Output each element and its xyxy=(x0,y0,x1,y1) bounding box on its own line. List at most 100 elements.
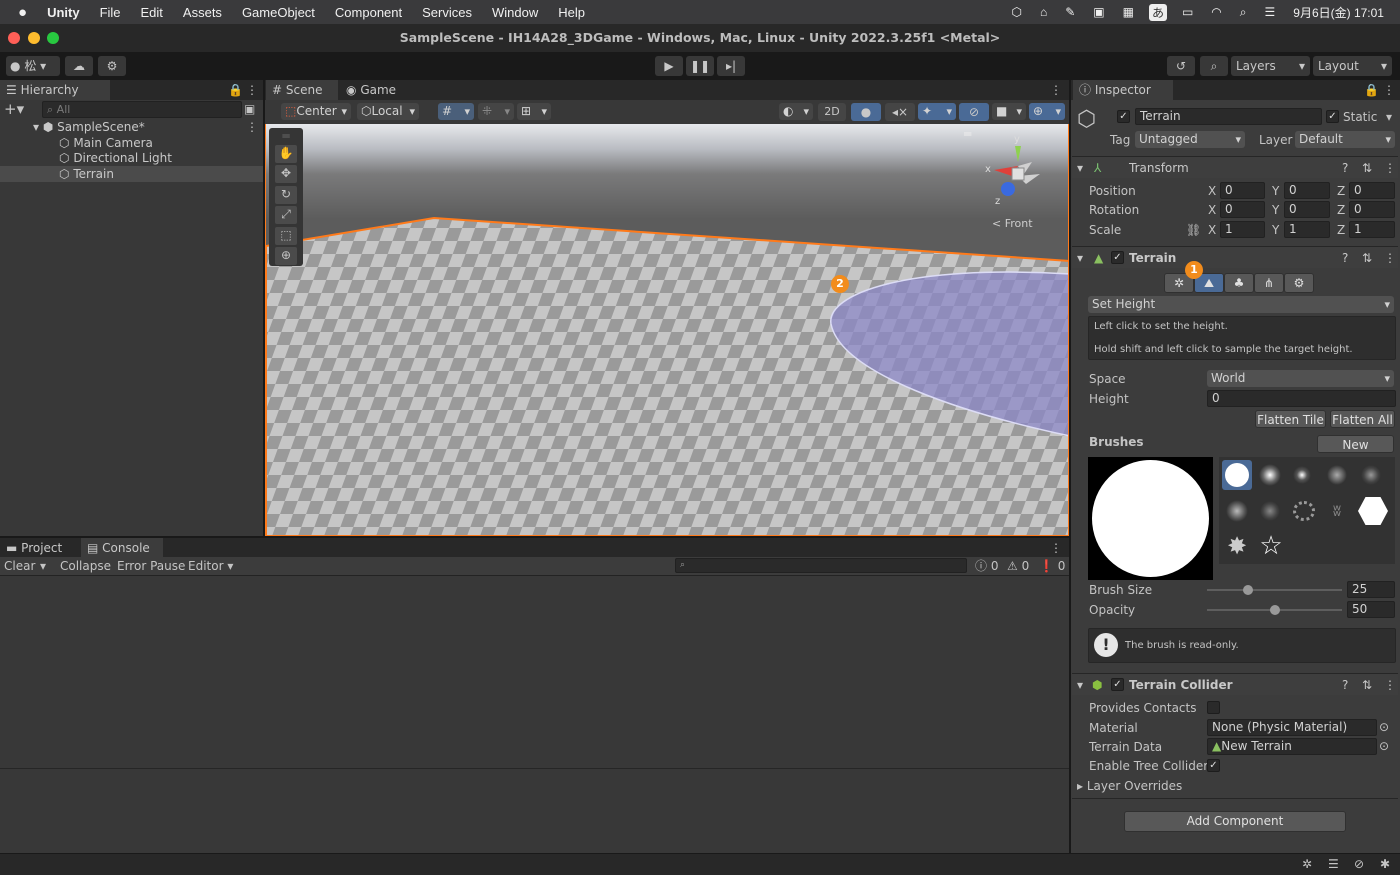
transform-tool-icon[interactable]: ⊕ xyxy=(275,247,297,265)
scene-row[interactable]: ▾ ⬢ SampleScene* xyxy=(0,119,263,135)
provides-contacts-checkbox[interactable] xyxy=(1207,701,1220,714)
flatten-tile-button[interactable]: Flatten Tile xyxy=(1255,410,1326,428)
scene-viewport[interactable]: ═ ✋ ✥ ↻ ⤢ ⬚ ⊕ y x z < Front ═ 2 xyxy=(265,124,1069,536)
menu-edit[interactable]: Edit xyxy=(131,5,173,20)
visibility-toggle[interactable]: ⊘ xyxy=(959,103,989,121)
add-component-button[interactable]: Add Component xyxy=(1124,811,1346,832)
layer-overrides-foldout[interactable]: ▸ Layer Overrides xyxy=(1077,778,1182,794)
material-field[interactable]: None (Physic Material) xyxy=(1207,719,1377,736)
tab-inspector[interactable]: ⓘ Inspector xyxy=(1073,80,1173,100)
debug-icon[interactable]: ✲ xyxy=(1302,856,1312,872)
search-button[interactable]: ⌕ xyxy=(1200,56,1228,76)
brush-grid[interactable]: ʬ ✸ ☆ xyxy=(1219,457,1395,564)
menu-assets[interactable]: Assets xyxy=(173,5,232,20)
settings-status-icon[interactable]: ✱ xyxy=(1380,856,1390,872)
services-gear-button[interactable]: ⚙ xyxy=(98,56,126,76)
menu-file[interactable]: File xyxy=(90,5,131,20)
paint-trees-tool[interactable]: ♣ xyxy=(1224,273,1254,293)
scale-tool-icon[interactable]: ⤢ xyxy=(275,206,297,224)
rotation-y-field[interactable]: 0 xyxy=(1284,201,1330,218)
brush-hard-circle-icon[interactable] xyxy=(1222,460,1252,490)
space-dropdown[interactable]: World xyxy=(1207,370,1394,387)
paint-details-tool[interactable]: ⋔ xyxy=(1254,273,1284,293)
app-menu[interactable]: Unity xyxy=(37,5,90,20)
rect-tool-icon[interactable]: ⬚ xyxy=(275,227,297,245)
tab-game[interactable]: ◉ Game xyxy=(340,80,410,100)
filter-icon[interactable]: ▣ xyxy=(244,101,255,117)
cat-status-icon[interactable]: ⌂ xyxy=(1031,5,1056,19)
scene-more-icon[interactable]: ⋮ xyxy=(246,119,258,135)
palette-handle-icon[interactable]: ═ xyxy=(269,128,303,144)
apple-icon[interactable]: ● xyxy=(0,4,37,21)
position-y-field[interactable]: 0 xyxy=(1284,182,1330,199)
hierarchy-item-main-camera[interactable]: ⬡ Main Camera xyxy=(0,135,263,151)
menu-services[interactable]: Services xyxy=(412,5,482,20)
component-menu-icon[interactable]: ⋮ xyxy=(1384,674,1396,696)
collider-enabled-checkbox[interactable]: ✓ xyxy=(1111,678,1124,691)
console-search-input[interactable]: ⌕ xyxy=(675,558,967,573)
pause-button[interactable]: ❚❚ xyxy=(686,56,714,76)
opacity-field[interactable]: 50 xyxy=(1347,601,1395,618)
scale-x-field[interactable]: 1 xyxy=(1220,221,1265,238)
terrain-settings-tool[interactable]: ⚙ xyxy=(1284,273,1314,293)
console-more-icon[interactable]: ⋮ xyxy=(1050,540,1062,556)
effects-dropdown[interactable]: ✦ xyxy=(918,103,956,120)
layers-dropdown[interactable]: Layers ▾ xyxy=(1231,56,1310,76)
grid-snap-dropdown[interactable]: # xyxy=(438,103,474,120)
hierarchy-item-terrain[interactable]: ⬡ Terrain xyxy=(0,166,263,182)
auto-generate-lighting-icon[interactable]: ⊘ xyxy=(1354,856,1364,872)
audio-toggle[interactable]: ◂× xyxy=(885,103,915,121)
increment-snap-dropdown[interactable]: ⁜ xyxy=(478,103,514,120)
flatten-all-button[interactable]: Flatten All xyxy=(1330,410,1395,428)
object-picker-icon[interactable]: ⊙ xyxy=(1379,738,1389,754)
menu-help[interactable]: Help xyxy=(548,5,595,20)
tab-console[interactable]: ▤ Console xyxy=(81,538,163,558)
hierarchy-search-input[interactable]: ⌕ All xyxy=(42,101,242,118)
transform-header[interactable]: ▾ ⅄ Transform ? ⇅ ⋮ xyxy=(1072,156,1398,178)
help-icon[interactable]: ? xyxy=(1342,247,1348,269)
menu-gameobject[interactable]: GameObject xyxy=(232,5,325,20)
more-options-icon[interactable]: ⋮ xyxy=(1383,82,1395,98)
close-window-button[interactable] xyxy=(8,32,20,44)
collapse-toggle[interactable]: Collapse xyxy=(60,558,111,574)
tab-scene[interactable]: # Scene xyxy=(266,80,338,100)
2d-toggle[interactable]: 2D xyxy=(818,103,846,121)
rotate-tool-icon[interactable]: ↻ xyxy=(275,186,297,204)
lighting-toggle[interactable]: ● xyxy=(851,103,881,121)
new-brush-button[interactable]: New Brush... xyxy=(1317,435,1394,470)
error-filter-toggle[interactable]: ❗ 0 xyxy=(1039,558,1065,574)
clock[interactable]: 9月6日(金) 17:01 xyxy=(1284,4,1400,21)
enable-tree-colliders-checkbox[interactable]: ✓ xyxy=(1207,759,1220,772)
terrain-header[interactable]: ▾ ▲ ✓ Terrain ? ⇅ ⋮ xyxy=(1072,246,1398,268)
component-menu-icon[interactable]: ⋮ xyxy=(1384,247,1396,269)
wifi-icon[interactable]: ◠ xyxy=(1202,5,1230,19)
layer-dropdown[interactable]: Default xyxy=(1295,131,1395,148)
brush-noise-icon[interactable] xyxy=(1327,465,1347,485)
brush-size-slider-thumb[interactable] xyxy=(1242,585,1253,595)
warning-filter-toggle[interactable]: ⚠ 0 xyxy=(1007,558,1029,574)
hand-tool-icon[interactable]: ✋ xyxy=(275,145,297,163)
tag-dropdown[interactable]: Untagged xyxy=(1135,131,1245,148)
object-picker-icon[interactable]: ⊙ xyxy=(1379,719,1389,735)
lock-icon[interactable]: 🔒 xyxy=(1364,82,1379,98)
pivot-space-dropdown[interactable]: ⬡Local xyxy=(357,103,419,120)
presets-icon[interactable]: ⇅ xyxy=(1362,674,1372,696)
brush-small-soft-icon[interactable] xyxy=(1293,466,1311,484)
scene-more-options-icon[interactable]: ⋮ xyxy=(1050,82,1062,98)
play-button[interactable]: ▶ xyxy=(655,56,683,76)
gizmo-menu-icon[interactable]: ═ xyxy=(964,126,971,142)
brush-star-icon[interactable]: ☆ xyxy=(1257,532,1285,560)
object-active-checkbox[interactable]: ✓ xyxy=(1117,110,1130,123)
presets-icon[interactable]: ⇅ xyxy=(1362,247,1372,269)
add-object-button[interactable]: +▾ xyxy=(4,101,24,117)
brush-grass-icon[interactable]: ʬ xyxy=(1327,501,1347,521)
battery-icon[interactable]: ▭ xyxy=(1173,5,1202,19)
control-center-icon[interactable]: ☰ xyxy=(1256,5,1285,19)
step-button[interactable]: ▸| xyxy=(717,56,745,76)
ime-indicator[interactable]: あ xyxy=(1148,3,1167,21)
gizmos-dropdown[interactable]: ⊕ xyxy=(1029,103,1065,120)
clear-options-dropdown[interactable]: ▾ xyxy=(40,558,46,574)
menu-window[interactable]: Window xyxy=(482,5,548,20)
cloud-button[interactable]: ☁ xyxy=(65,56,93,76)
more-options-icon[interactable]: ⋮ xyxy=(246,82,258,98)
